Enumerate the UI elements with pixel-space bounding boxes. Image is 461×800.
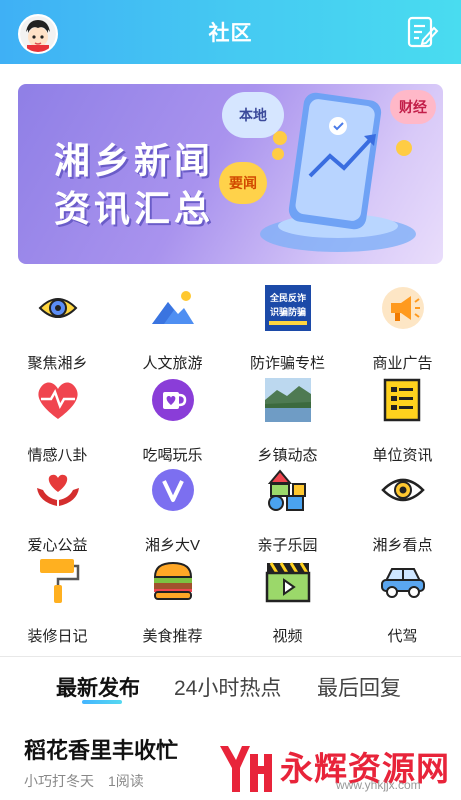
category-label: 人文旅游 xyxy=(142,355,203,372)
cup-heart-icon xyxy=(150,377,196,423)
landscape-photo-icon xyxy=(265,377,311,423)
banner-headline-1: 湘乡新闻 xyxy=(54,140,215,181)
category-label: 湘乡看点 xyxy=(372,537,433,554)
blocks-icon xyxy=(265,467,311,513)
category-label: 乡镇动态 xyxy=(257,447,318,464)
megaphone-icon xyxy=(380,285,426,331)
tab-last-reply[interactable]: 最后回复 xyxy=(317,672,401,702)
avatar-icon xyxy=(20,16,56,52)
svg-text:识骗防骗: 识骗防骗 xyxy=(270,306,306,318)
category-anti-fraud[interactable]: 全民反诈识骗防骗 防诈骗专栏 xyxy=(230,285,345,375)
category-town-news[interactable]: 乡镇动态 xyxy=(230,377,345,467)
category-focus-xiangxiang[interactable]: 聚焦湘乡 xyxy=(0,285,115,375)
category-food-recommend[interactable]: 美食推荐 xyxy=(115,558,230,648)
category-label: 代驾 xyxy=(387,628,418,645)
post-read-count: 1阅读 xyxy=(108,773,144,789)
heart-pulse-icon xyxy=(35,377,81,423)
tab-24h-hot[interactable]: 24小时热点 xyxy=(174,672,281,702)
mountain-icon xyxy=(150,285,196,331)
category-food-fun[interactable]: 吃喝玩乐 xyxy=(115,377,230,467)
category-charity[interactable]: 爱心公益 xyxy=(0,467,115,557)
anti-fraud-poster-icon: 全民反诈 识骗防骗 xyxy=(265,285,311,331)
category-label: 湘乡大V xyxy=(144,537,200,554)
category-label: 情感八卦 xyxy=(27,447,88,464)
category-parent-child[interactable]: 亲子乐园 xyxy=(230,467,345,557)
watermark: 永辉资源网 www.yhkjjx.com xyxy=(216,740,461,798)
category-big-v[interactable]: 湘乡大V xyxy=(115,467,230,557)
watermark-url: www.yhkjjx.com xyxy=(336,778,421,792)
watermark-logo-icon xyxy=(220,746,272,792)
local-tag: 本地 xyxy=(222,92,284,138)
paint-roller-icon xyxy=(35,558,81,604)
category-label: 商业广告 xyxy=(372,355,433,372)
banner-headline-2: 资讯汇总 xyxy=(54,188,215,229)
burger-icon xyxy=(150,558,196,604)
tab-latest[interactable]: 最新发布 xyxy=(56,672,140,702)
category-label: 单位资讯 xyxy=(372,447,433,464)
category-decor-diary[interactable]: 装修日记 xyxy=(0,558,115,648)
post-author[interactable]: 小巧打冬天 xyxy=(24,773,94,789)
avatar[interactable] xyxy=(18,14,58,54)
category-label: 吃喝玩乐 xyxy=(142,447,203,464)
hands-heart-icon xyxy=(35,467,81,513)
post-title[interactable]: 稻花香里丰收忙 xyxy=(24,733,178,765)
active-tab-indicator xyxy=(82,700,122,704)
category-label: 防诈骗专栏 xyxy=(249,355,325,372)
svg-text:全民反诈: 全民反诈 xyxy=(269,292,306,304)
edit-note-icon xyxy=(407,16,439,48)
category-label: 视频 xyxy=(272,628,303,645)
category-label: 爱心公益 xyxy=(27,537,88,554)
category-emotion-gossip[interactable]: 情感八卦 xyxy=(0,377,115,467)
category-label: 装修日记 xyxy=(27,628,88,645)
category-highlights[interactable]: 湘乡看点 xyxy=(345,467,460,557)
document-list-icon xyxy=(380,377,426,423)
category-label: 亲子乐园 xyxy=(257,537,318,554)
category-unit-info[interactable]: 单位资讯 xyxy=(345,377,460,467)
category-video[interactable]: 视频 xyxy=(230,558,345,648)
video-clapper-icon xyxy=(265,558,311,604)
post-meta: 小巧打冬天 1阅读 xyxy=(24,771,144,791)
category-label: 聚焦湘乡 xyxy=(27,355,88,372)
category-business-ads[interactable]: 商业广告 xyxy=(345,285,460,375)
category-culture-travel[interactable]: 人文旅游 xyxy=(115,285,230,375)
compose-button[interactable] xyxy=(407,16,439,50)
page-title: 社区 xyxy=(208,22,253,45)
section-divider xyxy=(0,656,461,657)
important-news-tag: 要闻 xyxy=(219,162,267,204)
car-icon xyxy=(380,558,426,604)
news-banner[interactable]: 湘乡新闻 资讯汇总 本地 财经 要闻 xyxy=(18,84,443,264)
eye-icon xyxy=(35,285,81,331)
category-designated-driver[interactable]: 代驾 xyxy=(345,558,460,648)
top-bar: 社区 xyxy=(0,0,461,64)
finance-tag: 财经 xyxy=(390,90,436,124)
feed-tabs: 最新发布 24小时热点 最后回复 xyxy=(0,668,461,708)
v-badge-icon xyxy=(150,467,196,513)
category-label: 美食推荐 xyxy=(142,628,203,645)
eye-outline-icon xyxy=(380,467,426,513)
